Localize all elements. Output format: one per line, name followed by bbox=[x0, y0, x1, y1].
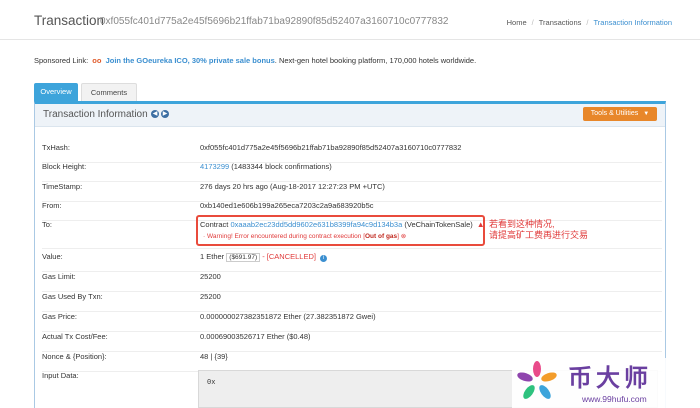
block-height-link[interactable]: 4173299 bbox=[200, 162, 229, 171]
row-gas-limit: Gas Limit: 25200 bbox=[42, 272, 662, 292]
contract-prefix: Contract bbox=[200, 220, 231, 229]
page-title-hash: 0xf055fc401d775a2e45f5696b21ffab71ba9289… bbox=[100, 16, 449, 27]
annotation-line-2: 请提高矿工费再进行交易 bbox=[489, 230, 589, 240]
gas-limit-value: 25200 bbox=[200, 272, 221, 281]
page-header: Transaction 0xf055fc401d775a2e45f5696b21… bbox=[0, 0, 700, 40]
glasses-icon: oo bbox=[92, 56, 102, 65]
from-address-link[interactable]: 0xb140ed1e606b199a265eca7203c2a9a683920b… bbox=[200, 201, 374, 210]
input-data-label: Input Data: bbox=[42, 371, 79, 380]
value-price-badge: ($691.97) bbox=[226, 253, 261, 262]
panel-header: Transaction Information ◀ ▶ Tools & Util… bbox=[35, 104, 665, 127]
annotation-line-1: 若看到这种情况, bbox=[489, 219, 555, 229]
warning-out-of-gas: Out of gas bbox=[365, 233, 398, 240]
watermark-url: www.99hufu.com bbox=[582, 394, 647, 404]
value-cancelled: - [CANCELLED] bbox=[260, 252, 316, 261]
sponsored-prefix: Sponsored Link: bbox=[34, 56, 89, 65]
from-label: From: bbox=[42, 201, 62, 210]
contract-address-link[interactable]: 0xaaab2ec23dd5dd9602e631b8399fa94c9d134b… bbox=[230, 220, 402, 229]
block-confirmations: (1483344 block confirmations) bbox=[229, 162, 332, 171]
gas-price-label: Gas Price: bbox=[42, 312, 78, 321]
page-title: Transaction bbox=[34, 13, 105, 28]
row-timestamp: TimeStamp: 276 days 20 hrs ago (Aug-18-2… bbox=[42, 182, 662, 202]
contract-name: (VeChainTokenSale) bbox=[402, 220, 473, 229]
row-gas-price: Gas Price: 0.000000027382351872 Ether (2… bbox=[42, 312, 662, 332]
annotation-text: 若看到这种情况, 请提高矿工费再进行交易 bbox=[489, 219, 588, 241]
sponsored-link[interactable]: Join the GOeureka ICO, 30% private sale … bbox=[106, 56, 275, 65]
warning-text: Warning! Error encountered during contra… bbox=[206, 233, 365, 240]
breadcrumb-transactions[interactable]: Transactions bbox=[539, 18, 582, 27]
sponsored-suffix: . Next-gen hotel booking platform, 170,0… bbox=[274, 56, 477, 65]
breadcrumb-home[interactable]: Home bbox=[507, 18, 527, 27]
watermark-text: 币大师 bbox=[568, 364, 652, 392]
value-label: Value: bbox=[42, 252, 63, 261]
breadcrumb-current: Transaction Information bbox=[593, 18, 672, 27]
row-tx-cost: Actual Tx Cost/Fee: 0.00069003526717 Eth… bbox=[42, 332, 662, 352]
row-txhash: TxHash: 0xf055fc401d775a2e45f5696b21ffab… bbox=[42, 143, 662, 163]
info-icon[interactable]: i bbox=[319, 255, 327, 262]
tx-cost-value: 0.00069003526717 Ether ($0.48) bbox=[200, 332, 311, 341]
tools-utilities-label: Tools & Utilities bbox=[590, 110, 639, 117]
gas-price-value: 0.000000027382351872 Ether (27.382351872… bbox=[200, 312, 376, 321]
row-value: Value: 1 Ether ($691.97) - [CANCELLED] i bbox=[42, 252, 662, 272]
value-value: 1 Ether ($691.97) - [CANCELLED] i bbox=[200, 252, 327, 262]
prev-arrow-icon[interactable]: ◀ bbox=[151, 110, 159, 118]
panel-title: Transaction Information bbox=[43, 109, 148, 120]
gas-used-label: Gas Used By Txn: bbox=[42, 292, 103, 301]
txhash-value: 0xf055fc401d775a2e45f5696b21ffab71ba9289… bbox=[200, 143, 462, 152]
row-gas-used: Gas Used By Txn: 25200 bbox=[42, 292, 662, 312]
block-height-value: 4173299 (1483344 block confirmations) bbox=[200, 162, 332, 171]
error-circle-icon: ⊗ bbox=[400, 233, 407, 240]
tab-comments[interactable]: Comments bbox=[81, 83, 137, 101]
timestamp-label: TimeStamp: bbox=[42, 182, 83, 191]
to-contract-value: Contract 0xaaab2ec23dd5dd9602e631b8399fa… bbox=[200, 220, 485, 229]
warning-bullet-icon: · bbox=[203, 233, 206, 240]
tx-cost-label: Actual Tx Cost/Fee: bbox=[42, 332, 108, 341]
timestamp-value: 276 days 20 hrs ago (Aug-18-2017 12:27:2… bbox=[200, 182, 385, 191]
flower-logo-icon bbox=[517, 361, 557, 399]
caret-down-icon: ▼ bbox=[643, 111, 650, 117]
warning-close: ] bbox=[397, 233, 399, 240]
nonce-label: Nonce & {Position}: bbox=[42, 352, 107, 361]
row-block-height: Block Height: 4173299 (1483344 block con… bbox=[42, 162, 662, 182]
sponsored-link-bar: Sponsored Link: oo Join the GOeureka ICO… bbox=[34, 56, 476, 65]
nonce-value: 48 | {39} bbox=[200, 352, 228, 361]
breadcrumb: Home / Transactions / Transaction Informatio… bbox=[506, 18, 672, 27]
gas-used-value: 25200 bbox=[200, 292, 221, 301]
tab-overview[interactable]: Overview bbox=[34, 83, 78, 101]
tools-utilities-button[interactable]: Tools & Utilities ▼ bbox=[583, 107, 657, 121]
warning-icon: ▲ bbox=[476, 220, 485, 229]
value-amount: 1 Ether bbox=[200, 252, 225, 261]
input-data-value: 0x bbox=[207, 379, 216, 387]
next-arrow-icon[interactable]: ▶ bbox=[161, 110, 169, 118]
to-label: To: bbox=[42, 220, 53, 229]
watermark: 币大师 www.99hufu.com bbox=[512, 358, 700, 408]
txhash-label: TxHash: bbox=[42, 143, 70, 152]
contract-warning: · Warning! Error encountered during cont… bbox=[203, 232, 406, 240]
block-height-label: Block Height: bbox=[42, 162, 87, 171]
gas-limit-label: Gas Limit: bbox=[42, 272, 76, 281]
